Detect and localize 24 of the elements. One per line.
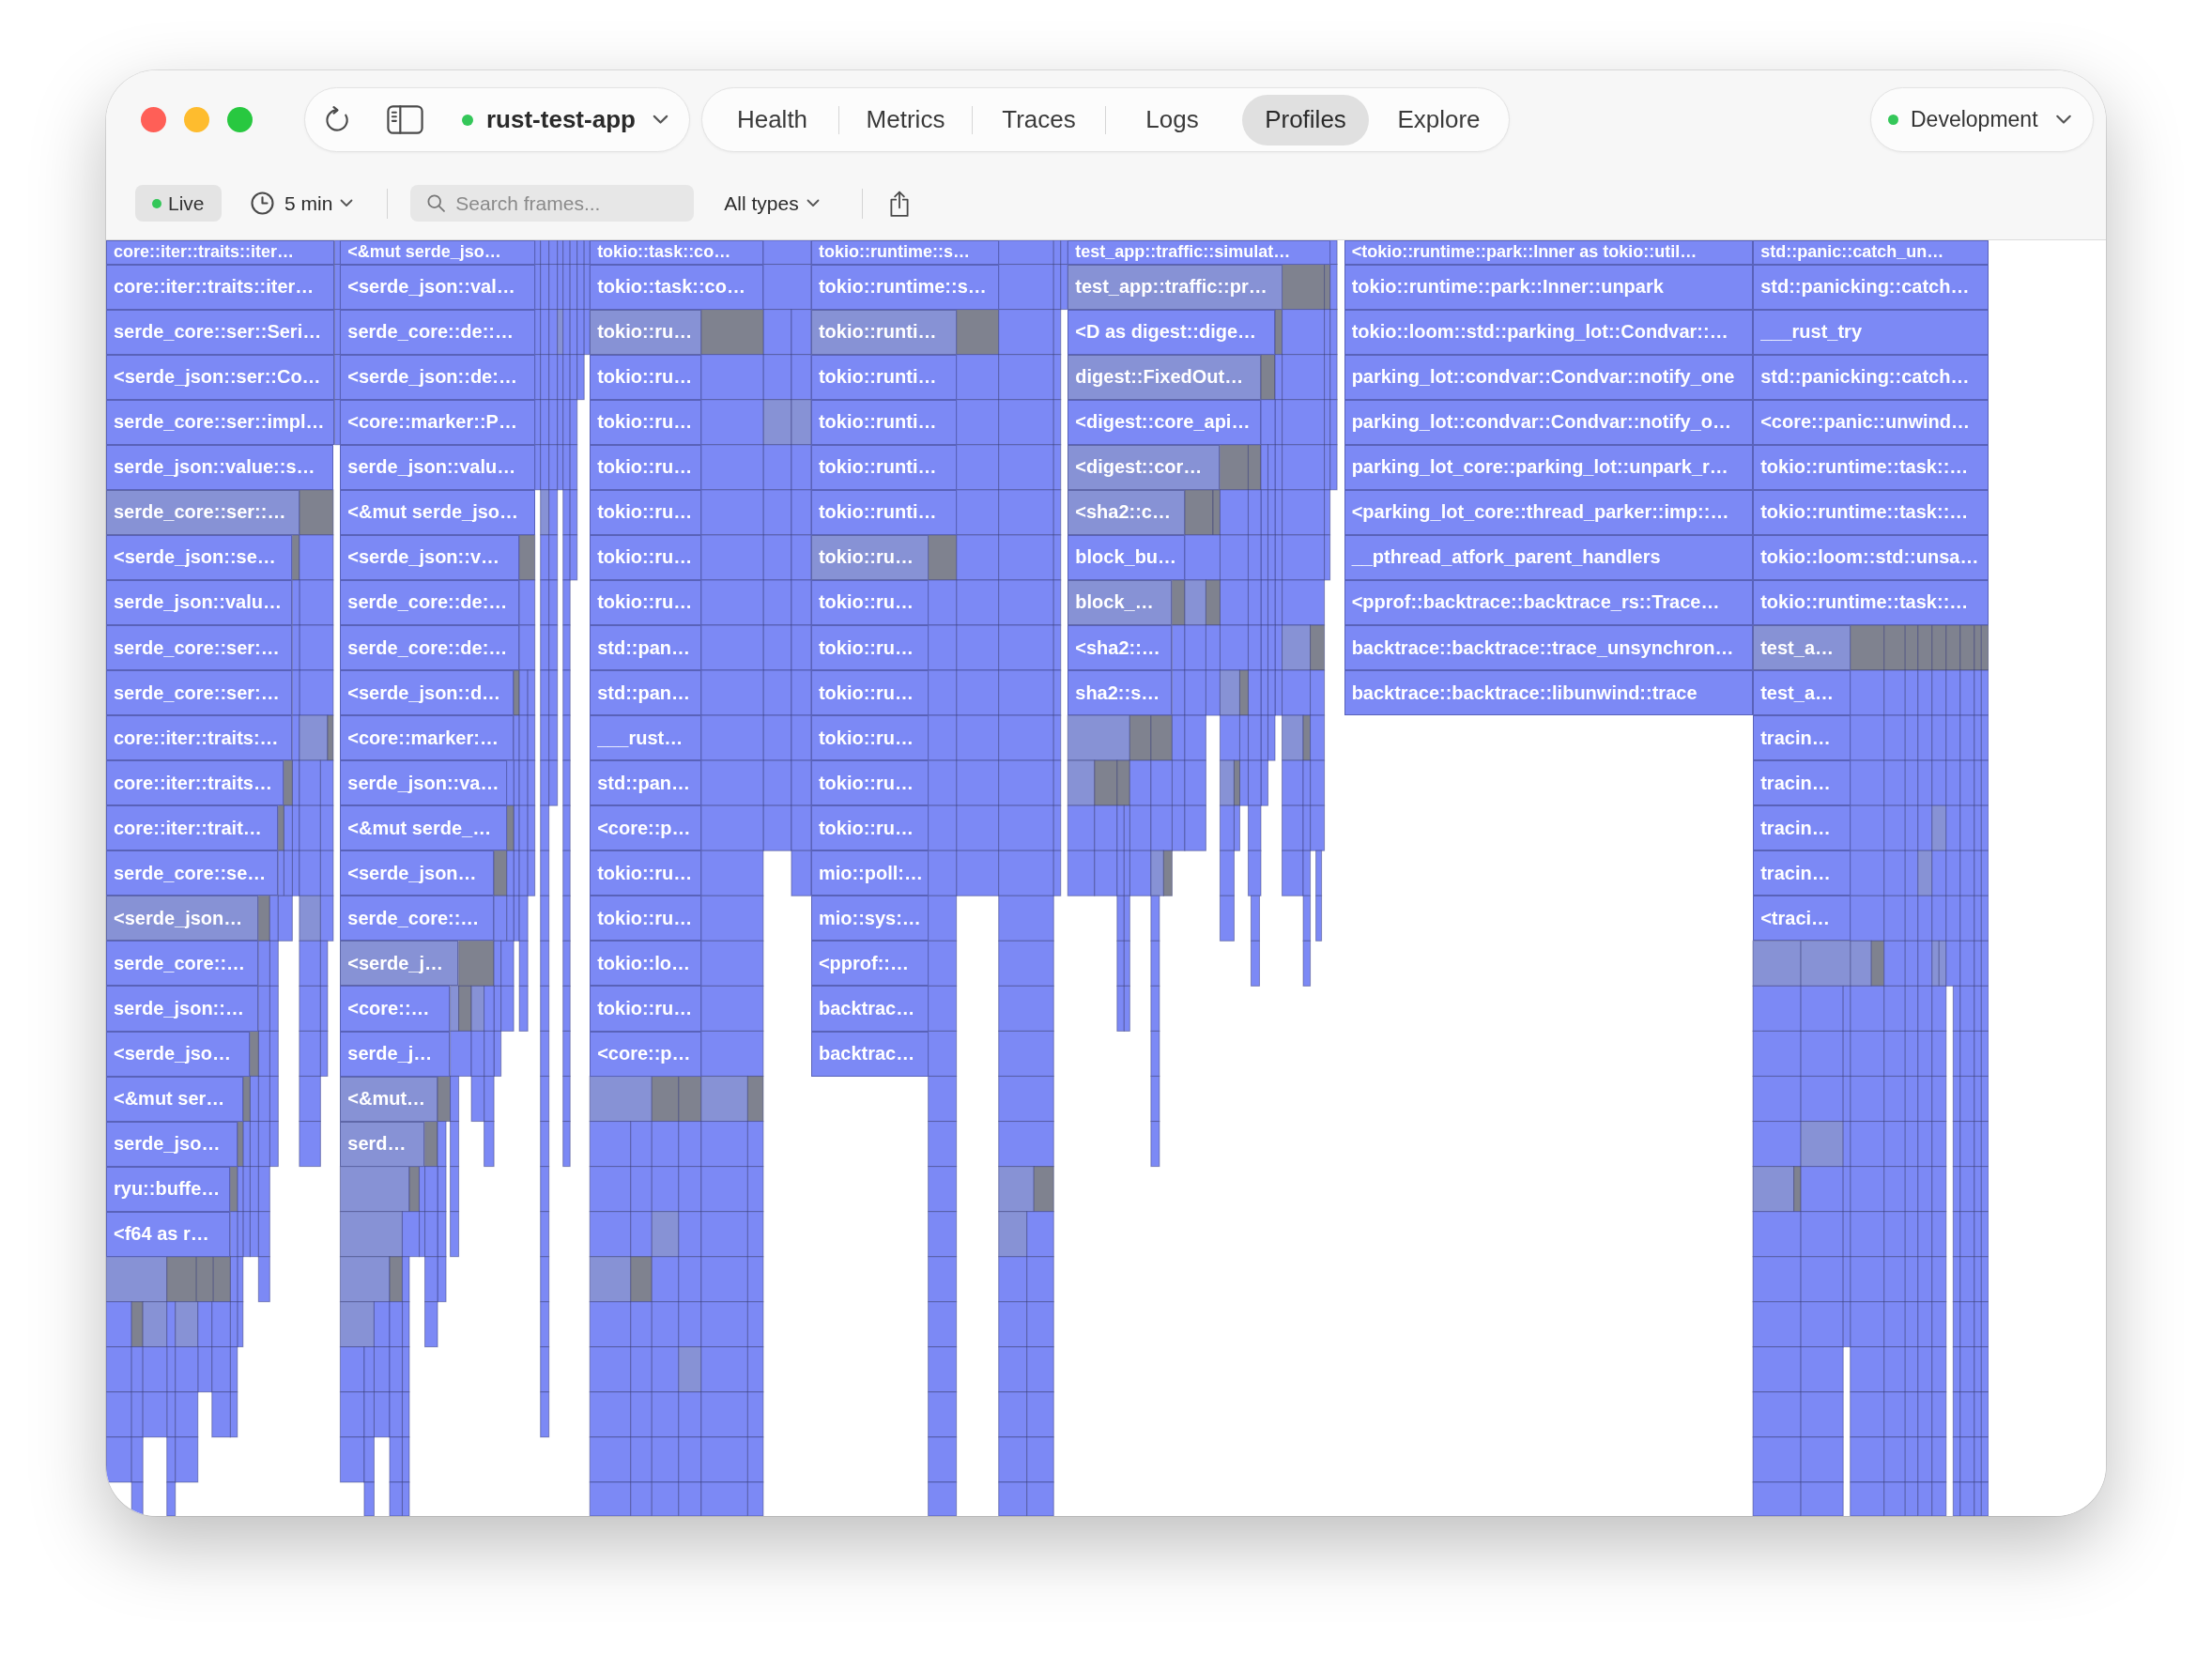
- nav-tab[interactable]: Explore: [1375, 94, 1502, 145]
- chevron-icon: [652, 115, 668, 125]
- status-dot-icon: [1888, 115, 1898, 125]
- nav-tab[interactable]: Traces: [975, 94, 1102, 145]
- chevron-icon: [806, 199, 820, 207]
- share-icon: [888, 190, 910, 217]
- live-toggle[interactable]: Live: [135, 185, 222, 222]
- search-icon: [427, 194, 446, 212]
- chevron-icon: [2055, 115, 2072, 125]
- nav-tab[interactable]: Metrics: [842, 94, 969, 145]
- type-filter-dropdown[interactable]: All types: [724, 191, 820, 215]
- window-close-button[interactable]: [141, 107, 166, 132]
- time-range-selector[interactable]: 5 min: [251, 191, 354, 215]
- clock-icon: [251, 191, 274, 215]
- environment-selector[interactable]: Development: [1870, 87, 2094, 152]
- sidebar-icon: [386, 105, 423, 134]
- status-dot-icon: [462, 114, 473, 126]
- nav-tab[interactable]: Health: [709, 94, 836, 145]
- reload-icon: [323, 105, 351, 134]
- app-selector[interactable]: rust-test-app: [451, 96, 678, 144]
- search-field[interactable]: Search frames...: [410, 185, 695, 222]
- chevron-icon: [340, 199, 354, 207]
- nav-tab[interactable]: Logs: [1109, 94, 1236, 145]
- nav-tab[interactable]: Profiles: [1242, 94, 1369, 145]
